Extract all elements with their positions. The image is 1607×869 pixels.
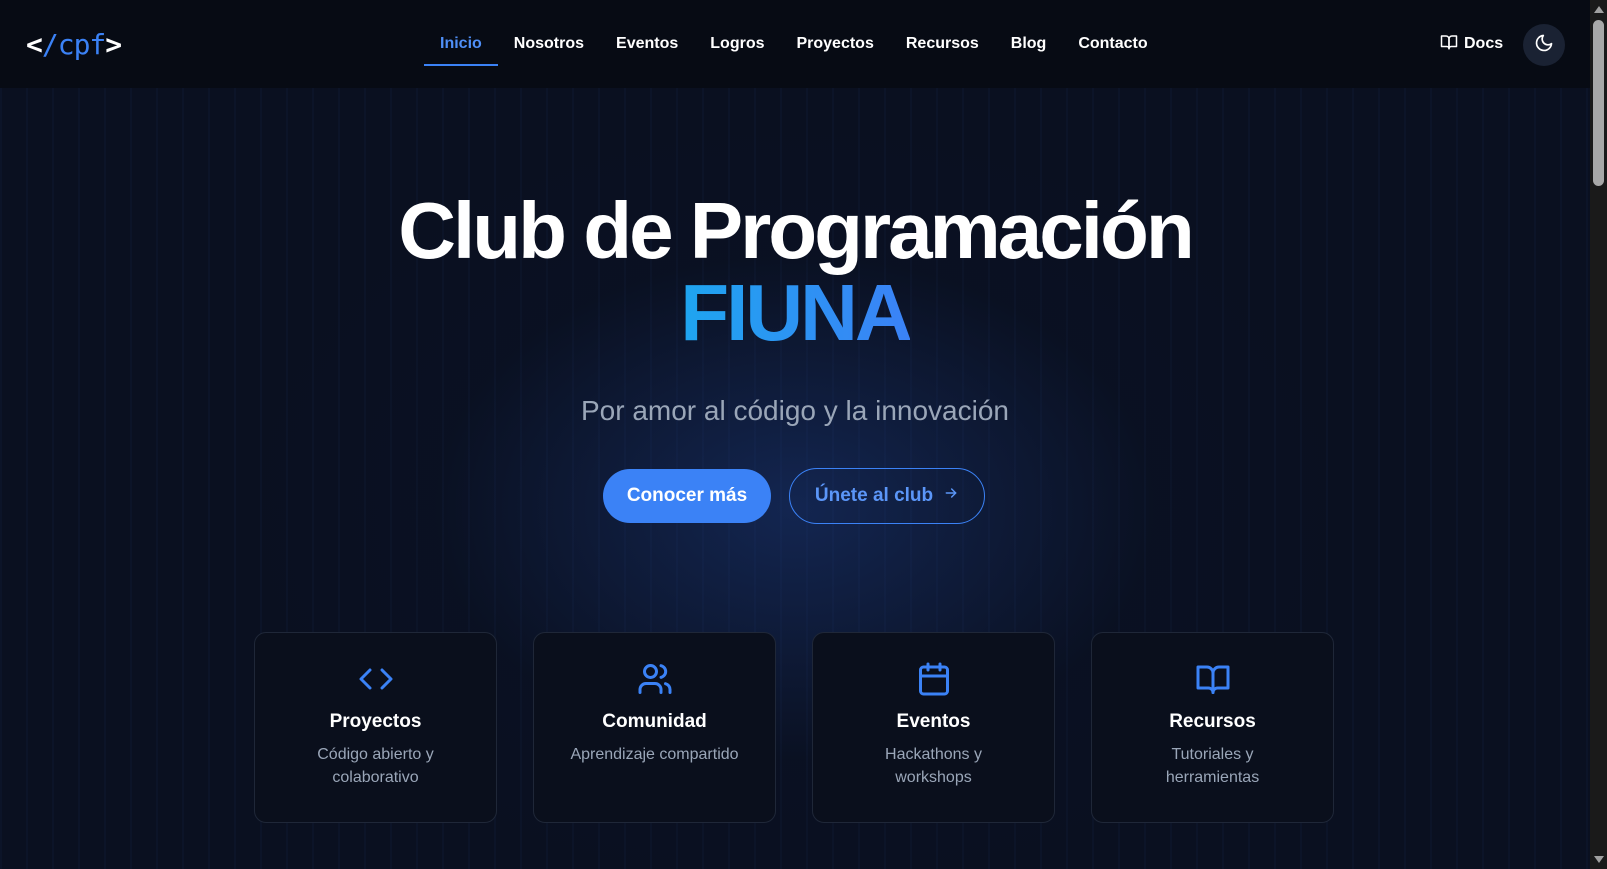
feature-card-comunidad[interactable]: Comunidad Aprendizaje compartido bbox=[533, 632, 776, 823]
join-club-button[interactable]: Únete al club bbox=[789, 468, 985, 524]
hero-title-highlight: FIUNA bbox=[0, 272, 1590, 354]
feature-card-description: Tutoriales y herramientas bbox=[1165, 746, 1260, 786]
feature-card-description: Código abierto y colaborativo bbox=[317, 746, 434, 786]
feature-card-eventos[interactable]: Eventos Hackathons y workshops bbox=[812, 632, 1055, 823]
arrow-right-icon bbox=[943, 485, 959, 507]
logo-close-bracket: > bbox=[105, 27, 122, 61]
book-open-icon bbox=[1440, 33, 1458, 56]
nav-link-inicio[interactable]: Inicio bbox=[424, 22, 498, 66]
hero-subtitle: Por amor al código y la innovación bbox=[580, 395, 1009, 426]
navbar: < / cpf > Inicio Nosotros Eventos Logros Pr… bbox=[0, 0, 1590, 88]
logo-text: cpf bbox=[57, 27, 107, 61]
hero-title: Club de Programación bbox=[398, 186, 1194, 275]
page: < / cpf > Inicio Nosotros Eventos Logros Pr… bbox=[0, 0, 1590, 869]
book-open-icon bbox=[1195, 661, 1231, 697]
calendar-icon bbox=[916, 661, 952, 697]
logo-slash: / bbox=[41, 27, 59, 61]
feature-card-recursos[interactable]: Recursos Tutoriales y herramientas bbox=[1091, 632, 1334, 823]
logo[interactable]: < / cpf > bbox=[26, 22, 122, 66]
feature-card-description: Aprendizaje compartido bbox=[570, 746, 739, 763]
nav-link-blog[interactable]: Blog bbox=[995, 22, 1063, 66]
feature-card-proyectos[interactable]: Proyectos Código abierto y colaborativo bbox=[254, 632, 497, 823]
feature-card-title: Recursos bbox=[1169, 711, 1256, 732]
feature-card-title: Eventos bbox=[896, 711, 971, 732]
docs-link[interactable]: Docs bbox=[1440, 30, 1503, 58]
hero-title-fiuna: FIUNA bbox=[680, 268, 912, 357]
scroll-down-arrow-icon[interactable] bbox=[1594, 856, 1604, 863]
feature-card-title: Proyectos bbox=[329, 711, 422, 732]
code-icon bbox=[358, 661, 394, 697]
nav-link-nosotros[interactable]: Nosotros bbox=[498, 22, 600, 66]
logo-open-bracket: < bbox=[26, 27, 43, 61]
nav-link-recursos[interactable]: Recursos bbox=[890, 22, 995, 66]
docs-label: Docs bbox=[1464, 35, 1504, 52]
nav-link-logros[interactable]: Logros bbox=[694, 22, 780, 66]
nav-link-proyectos[interactable]: Proyectos bbox=[780, 22, 889, 66]
scroll-up-arrow-icon[interactable] bbox=[1594, 6, 1604, 13]
nav-link-contacto[interactable]: Contacto bbox=[1062, 22, 1163, 66]
users-icon bbox=[637, 661, 673, 697]
feature-card-description: Hackathons y workshops bbox=[885, 746, 982, 786]
nav-link-eventos[interactable]: Eventos bbox=[600, 22, 694, 66]
vertical-scrollbar[interactable] bbox=[1590, 0, 1607, 869]
theme-toggle-button[interactable] bbox=[1523, 24, 1565, 66]
feature-card-title: Comunidad bbox=[602, 711, 707, 732]
moon-icon bbox=[1534, 33, 1554, 58]
join-club-label: Únete al club bbox=[814, 485, 934, 506]
nav-links: Inicio Nosotros Eventos Logros Proyectos… bbox=[424, 22, 1164, 66]
learn-more-button[interactable]: Conocer más bbox=[603, 469, 771, 523]
scrollbar-thumb[interactable] bbox=[1593, 20, 1604, 186]
